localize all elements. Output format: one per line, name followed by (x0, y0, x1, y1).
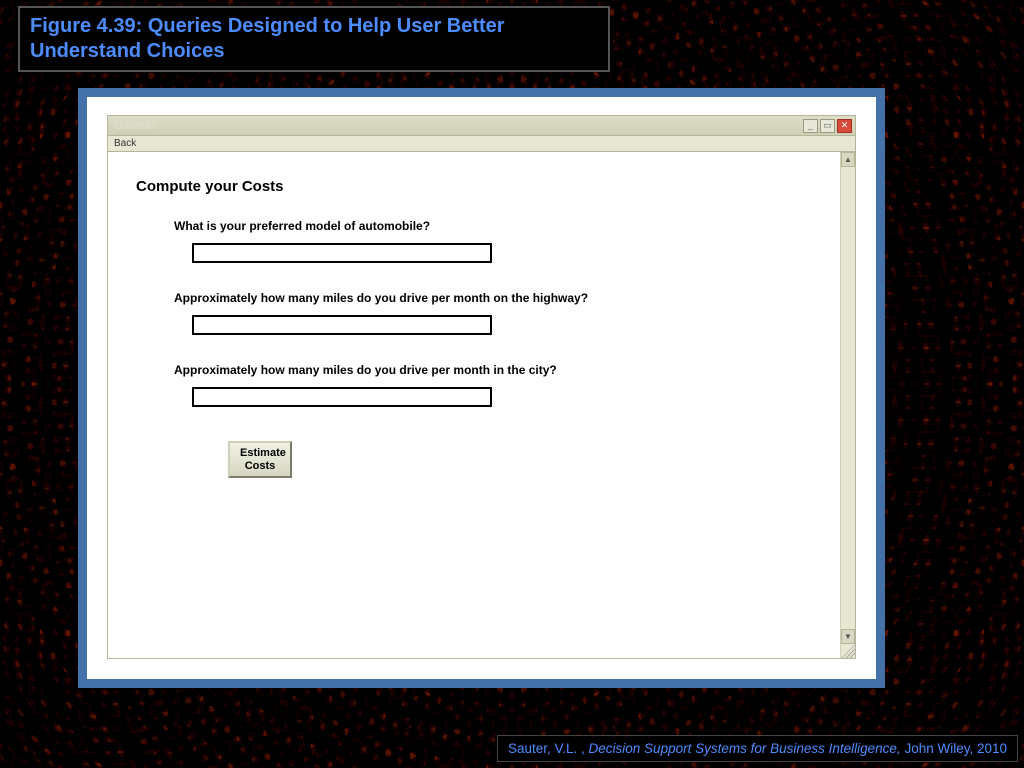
close-button[interactable]: ✕ (837, 119, 852, 133)
estimate-label-line1: Estimate (240, 447, 286, 459)
question-city-label: Approximately how many miles do you driv… (174, 363, 812, 377)
citation-box: Sauter, V.L. , Decision Support Systems … (497, 735, 1018, 762)
field-group-model: What is your preferred model of automobi… (174, 219, 812, 263)
scroll-down-button[interactable]: ▼ (841, 629, 855, 644)
window-titlebar: Odabran _ ▭ ✕ (108, 116, 855, 136)
application-window: Odabran _ ▭ ✕ Back Compute your Costs Wh… (107, 115, 856, 659)
application-window-frame: Odabran _ ▭ ✕ Back Compute your Costs Wh… (78, 88, 885, 688)
figure-caption: Figure 4.39: Queries Designed to Help Us… (30, 14, 598, 64)
menu-bar: Back (108, 136, 855, 152)
scrollbar-track[interactable] (841, 167, 855, 629)
window-title: Odabran (114, 120, 157, 132)
form-heading: Compute your Costs (136, 178, 812, 195)
estimate-costs-button[interactable]: Estimate Costs (228, 441, 292, 478)
highway-miles-input[interactable] (192, 315, 492, 335)
field-group-city: Approximately how many miles do you driv… (174, 363, 812, 407)
maximize-button[interactable]: ▭ (820, 119, 835, 133)
city-miles-input[interactable] (192, 387, 492, 407)
content-wrap: Compute your Costs What is your preferre… (108, 152, 855, 658)
model-input[interactable] (192, 243, 492, 263)
vertical-scrollbar[interactable]: ▲ ▼ (840, 152, 855, 658)
scroll-up-button[interactable]: ▲ (841, 152, 855, 167)
citation-publisher: John Wiley, 2010 (904, 741, 1007, 756)
resize-grip-icon[interactable] (841, 644, 855, 658)
menu-back[interactable]: Back (114, 138, 136, 149)
citation-title: Decision Support Systems for Business In… (589, 741, 905, 756)
question-highway-label: Approximately how many miles do you driv… (174, 291, 812, 305)
question-model-label: What is your preferred model of automobi… (174, 219, 812, 233)
field-group-highway: Approximately how many miles do you driv… (174, 291, 812, 335)
citation-author: Sauter, V.L. , (508, 741, 589, 756)
form-content: Compute your Costs What is your preferre… (108, 152, 840, 658)
estimate-label-line2: Costs (245, 460, 276, 472)
minimize-button[interactable]: _ (803, 119, 818, 133)
figure-caption-box: Figure 4.39: Queries Designed to Help Us… (18, 6, 610, 72)
window-controls: _ ▭ ✕ (803, 119, 852, 133)
